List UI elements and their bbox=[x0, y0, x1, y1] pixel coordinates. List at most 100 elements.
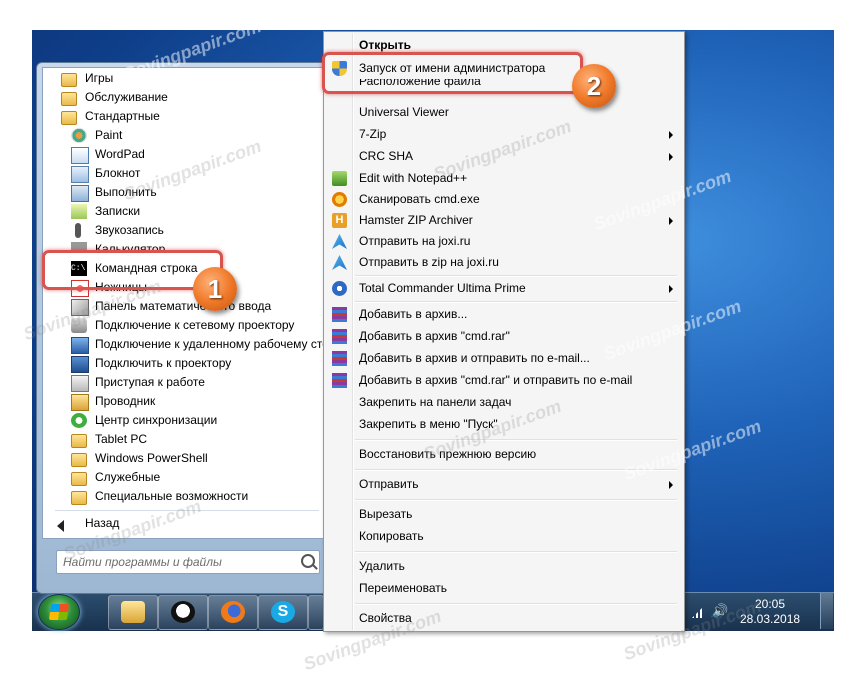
start-button[interactable] bbox=[38, 594, 80, 630]
step-badge-1: 1 bbox=[193, 267, 237, 311]
firefox-icon bbox=[221, 601, 245, 623]
taskbar-firefox-button[interactable] bbox=[208, 595, 258, 630]
menu-item-7zip[interactable]: 7-Zip bbox=[327, 124, 681, 145]
menu-item-universal-viewer[interactable]: Universal Viewer bbox=[327, 102, 681, 123]
menu-item-add-archive-email[interactable]: Добавить в архив и отправить по e-mail..… bbox=[327, 348, 681, 369]
menu-item-add-cmd-rar-email[interactable]: Добавить в архив "cmd.rar" и отправить п… bbox=[327, 370, 681, 391]
program-item[interactable]: Звукозапись bbox=[51, 221, 321, 240]
antivirus-icon bbox=[332, 192, 347, 207]
menu-item-delete[interactable]: Удалить bbox=[327, 556, 681, 577]
joxi-icon bbox=[332, 234, 347, 249]
show-desktop-button[interactable] bbox=[820, 593, 833, 629]
taskbar-more-button[interactable] bbox=[308, 595, 324, 630]
menu-item-add-archive[interactable]: Добавить в архив... bbox=[327, 304, 681, 325]
menu-item-scan[interactable]: Сканировать cmd.exe bbox=[327, 189, 681, 210]
projector-icon bbox=[71, 356, 89, 373]
explorer-icon bbox=[121, 601, 145, 623]
menu-separator bbox=[355, 275, 677, 277]
menu-item-pin-start[interactable]: Закрепить в меню "Пуск" bbox=[327, 414, 681, 435]
sticky-notes-icon bbox=[71, 204, 87, 219]
submenu-arrow-icon bbox=[669, 153, 673, 161]
menu-item-cut[interactable]: Вырезать bbox=[327, 504, 681, 525]
menu-item-properties[interactable]: Свойства bbox=[327, 608, 681, 629]
taskbar-explorer-button[interactable] bbox=[108, 595, 158, 630]
menu-separator bbox=[355, 603, 677, 605]
windows-logo-icon bbox=[48, 604, 70, 620]
search-input[interactable]: Найти программы и файлы bbox=[56, 550, 320, 574]
folder-icon bbox=[71, 472, 87, 486]
folder-icon bbox=[61, 92, 77, 106]
folder-icon bbox=[61, 111, 77, 125]
menu-item-add-cmd-rar[interactable]: Добавить в архив "cmd.rar" bbox=[327, 326, 681, 347]
menu-item-joxi-zip[interactable]: Отправить в zip на joxi.ru bbox=[327, 252, 681, 273]
clock-date: 28.03.2018 bbox=[740, 612, 801, 626]
notepad-icon bbox=[71, 166, 89, 183]
winrar-icon bbox=[332, 373, 347, 388]
folder-icon bbox=[71, 491, 87, 505]
program-item[interactable]: Записки bbox=[51, 202, 321, 221]
menu-item-hamster-zip[interactable]: H Hamster ZIP Archiver bbox=[327, 210, 681, 231]
program-item[interactable]: Калькулятор bbox=[51, 240, 321, 250]
winrar-icon bbox=[332, 329, 347, 344]
divider bbox=[55, 510, 319, 511]
folder-icon bbox=[71, 453, 87, 467]
sync-center-icon bbox=[71, 413, 87, 428]
program-item[interactable]: Windows PowerShell bbox=[51, 449, 321, 468]
program-list: Игры Обслуживание Стандартные Paint Word… bbox=[42, 67, 326, 539]
program-item[interactable]: Панель математического ввода bbox=[51, 297, 321, 316]
program-item[interactable]: Подключить к проектору bbox=[51, 354, 321, 373]
total-commander-icon bbox=[332, 281, 347, 296]
program-item[interactable]: Блокнот bbox=[51, 164, 321, 183]
program-item[interactable]: Обслуживание bbox=[51, 88, 321, 107]
back-button[interactable]: Назад bbox=[85, 516, 119, 530]
taskbar-skype-button[interactable]: S bbox=[258, 595, 308, 630]
skype-icon: S bbox=[271, 601, 295, 623]
folder-icon bbox=[71, 434, 87, 448]
program-item[interactable]: Tablet PC bbox=[51, 430, 321, 449]
menu-item-joxi[interactable]: Отправить на joxi.ru bbox=[327, 231, 681, 252]
menu-separator bbox=[355, 551, 677, 553]
step-badge-2: 2 bbox=[572, 64, 616, 108]
menu-item-pin-taskbar[interactable]: Закрепить на панели задач bbox=[327, 392, 681, 413]
back-arrow-icon bbox=[57, 520, 64, 532]
panda-icon bbox=[171, 601, 195, 623]
search-icon[interactable] bbox=[301, 554, 315, 568]
wordpad-icon bbox=[71, 147, 89, 164]
menu-separator bbox=[355, 301, 677, 303]
program-item[interactable]: Paint bbox=[51, 126, 321, 145]
menu-item-notepad-plus[interactable]: Edit with Notepad++ bbox=[327, 168, 681, 189]
program-item[interactable]: Игры bbox=[51, 69, 321, 88]
menu-item-rename[interactable]: Переименовать bbox=[327, 578, 681, 599]
program-item[interactable]: Служебные bbox=[51, 468, 321, 487]
program-item[interactable]: Центр синхронизации bbox=[51, 411, 321, 430]
tray-clock[interactable]: 20:05 28.03.2018 bbox=[740, 597, 800, 627]
menu-item-send-to[interactable]: Отправить bbox=[327, 474, 681, 495]
search-placeholder: Найти программы и файлы bbox=[63, 555, 222, 569]
getting-started-icon bbox=[71, 375, 89, 392]
speaker-icon[interactable]: 🔊 bbox=[712, 604, 728, 618]
menu-separator bbox=[355, 469, 677, 471]
folder-icon bbox=[61, 73, 77, 87]
program-item[interactable]: Выполнить bbox=[51, 183, 321, 202]
program-item[interactable]: Проводник bbox=[51, 392, 321, 411]
microphone-icon bbox=[75, 223, 81, 238]
program-item[interactable]: Приступая к работе bbox=[51, 373, 321, 392]
highlight-run-as-admin bbox=[322, 52, 583, 94]
network-projector-icon bbox=[71, 318, 87, 333]
paint-icon bbox=[71, 128, 87, 143]
submenu-arrow-icon bbox=[669, 481, 673, 489]
program-item[interactable]: Подключение к сетевому проектору bbox=[51, 316, 321, 335]
program-item[interactable]: Подключение к удаленному рабочему столу bbox=[51, 335, 325, 354]
menu-item-restore-previous[interactable]: Восстановить прежнюю версию bbox=[327, 444, 681, 465]
menu-item-total-commander[interactable]: Total Commander Ultima Prime bbox=[327, 278, 681, 299]
menu-separator bbox=[355, 439, 677, 441]
taskbar-panda-button[interactable] bbox=[158, 595, 208, 630]
clock-time: 20:05 bbox=[754, 597, 786, 611]
program-item[interactable]: Специальные возможности bbox=[51, 487, 321, 506]
menu-item-copy[interactable]: Копировать bbox=[327, 526, 681, 547]
menu-item-crc-sha[interactable]: CRC SHA bbox=[327, 146, 681, 167]
program-item[interactable]: WordPad bbox=[51, 145, 321, 164]
notepad-plus-icon bbox=[332, 171, 347, 186]
program-item[interactable]: Стандартные bbox=[51, 107, 321, 126]
winrar-icon bbox=[332, 351, 347, 366]
